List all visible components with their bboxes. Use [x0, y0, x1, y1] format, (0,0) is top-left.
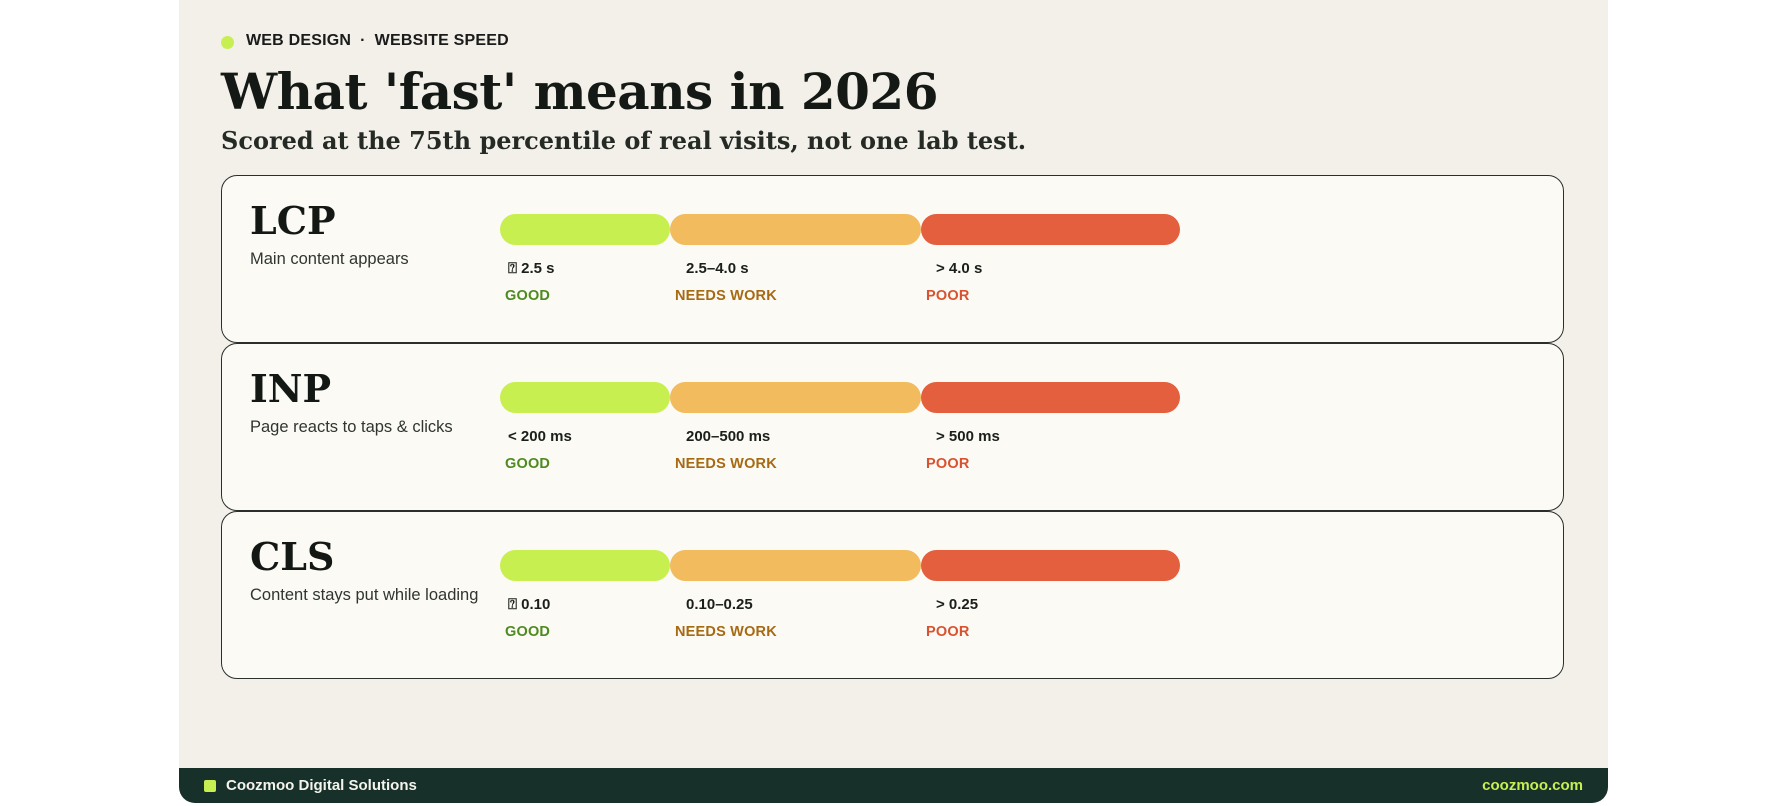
metric-description: Main content appears: [250, 250, 409, 268]
good-label: GOOD: [505, 624, 551, 640]
website-link[interactable]: coozmoo.com: [1482, 777, 1583, 794]
kicker-separator: ·: [360, 32, 366, 49]
poor-range-bar: [921, 550, 1180, 581]
brand-square-icon: [204, 779, 216, 792]
good-threshold: ⍰ 0.10: [508, 596, 551, 613]
good-threshold: ⍰ 2.5 s: [508, 260, 555, 277]
poor-label: POOR: [926, 624, 970, 640]
good-range-bar: [500, 214, 670, 245]
poor-label: POOR: [926, 288, 970, 304]
poor-threshold: > 0.25: [936, 596, 979, 613]
good-threshold: < 200 ms: [508, 428, 572, 445]
company-name: Coozmoo Digital Solutions: [226, 777, 417, 794]
poor-range-bar: [921, 214, 1180, 245]
page-subtitle: Scored at the 75th percentile of real vi…: [221, 126, 1027, 155]
good-range-bar: [500, 550, 670, 581]
poor-label: POOR: [926, 456, 970, 472]
needs-work-threshold: 0.10–0.25: [686, 596, 753, 613]
needs-work-range-bar: [670, 382, 921, 413]
metric-card-lcp: LCP Main content appears ⍰ 2.5 s 2.5–4.0…: [221, 175, 1564, 343]
needs-work-range-bar: [670, 550, 921, 581]
needs-work-label: NEEDS WORK: [675, 456, 777, 472]
needs-work-threshold: 200–500 ms: [686, 428, 771, 445]
good-label: GOOD: [505, 456, 551, 472]
poor-threshold: > 4.0 s: [936, 260, 983, 277]
topic-label: WEBSITE SPEED: [374, 32, 509, 49]
good-label: GOOD: [505, 288, 551, 304]
infographic-card: WEB DESIGN · WEBSITE SPEED What 'fast' m…: [179, 0, 1608, 803]
metric-name: INP: [250, 366, 332, 411]
page-title: What 'fast' means in 2026: [221, 62, 939, 121]
metric-card-cls: CLS Content stays put while loading ⍰ 0.…: [221, 511, 1564, 679]
needs-work-range-bar: [670, 214, 921, 245]
category-label: WEB DESIGN: [246, 32, 352, 49]
poor-range-bar: [921, 382, 1180, 413]
needs-work-label: NEEDS WORK: [675, 624, 777, 640]
status-dot-icon: [221, 35, 234, 49]
needs-work-threshold: 2.5–4.0 s: [686, 260, 749, 277]
poor-threshold: > 500 ms: [936, 428, 1000, 445]
footer-brand: Coozmoo Digital Solutions: [204, 777, 417, 794]
good-range-bar: [500, 382, 670, 413]
metric-card-inp: INP Page reacts to taps & clicks < 200 m…: [221, 343, 1564, 511]
footer-bar: Coozmoo Digital Solutions coozmoo.com: [179, 768, 1608, 803]
metric-description: Page reacts to taps & clicks: [250, 418, 453, 436]
metric-name: CLS: [250, 534, 335, 579]
kicker: WEB DESIGN · WEBSITE SPEED: [221, 32, 509, 50]
metric-description: Content stays put while loading: [250, 586, 479, 604]
needs-work-label: NEEDS WORK: [675, 288, 777, 304]
metric-name: LCP: [250, 198, 336, 243]
